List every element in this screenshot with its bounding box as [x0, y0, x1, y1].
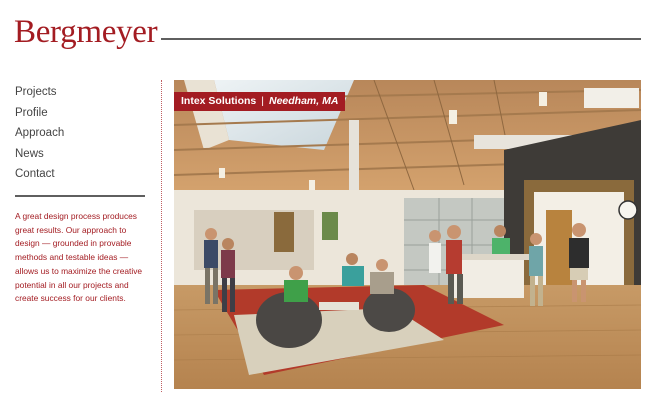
nav-item-projects[interactable]: Projects [15, 82, 64, 103]
nav-item-news[interactable]: News [15, 144, 64, 165]
content-divider [161, 80, 162, 392]
site-logo[interactable]: Bergmeyer [14, 14, 158, 50]
project-caption[interactable]: Intex Solutions | Needham, MA [174, 92, 346, 111]
project-location: Needham, MA [269, 95, 339, 107]
nav-item-approach[interactable]: Approach [15, 123, 64, 144]
header-divider [161, 38, 641, 40]
office-interior-illustration [174, 80, 641, 389]
project-name: Intex Solutions [181, 95, 257, 107]
caption-separator: | [261, 95, 264, 107]
nav-item-contact[interactable]: Contact [15, 164, 64, 185]
main-nav: Projects Profile Approach News Contact [15, 82, 64, 185]
nav-item-profile[interactable]: Profile [15, 103, 64, 124]
featured-project-photo[interactable] [174, 80, 641, 389]
approach-blurb: A great design process produces great re… [15, 211, 143, 304]
sidebar-divider [15, 195, 145, 197]
